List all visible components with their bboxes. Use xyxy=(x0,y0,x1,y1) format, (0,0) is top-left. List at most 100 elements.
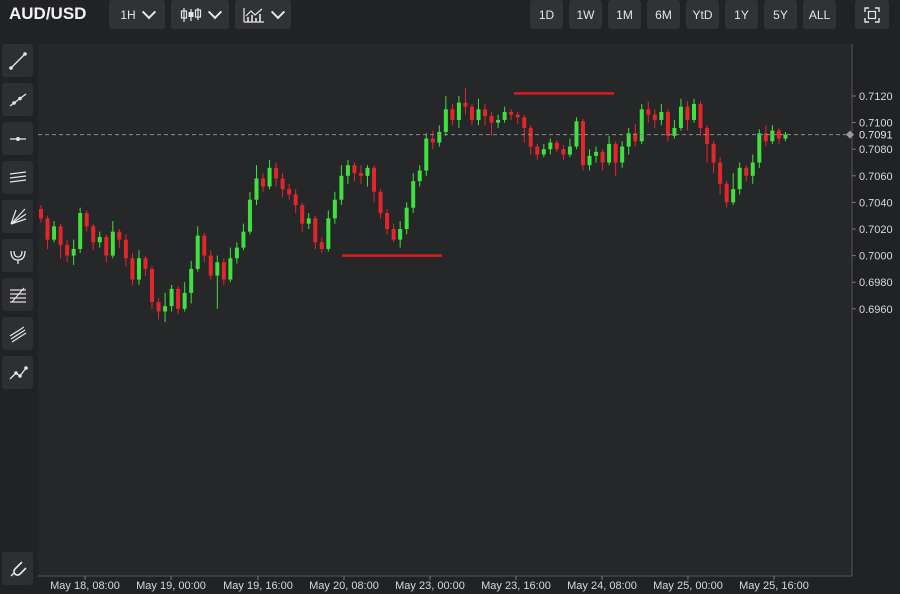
candle-body xyxy=(261,178,266,187)
candle-body xyxy=(678,106,683,128)
candle-body xyxy=(580,121,585,166)
candle-body xyxy=(613,143,618,163)
candle-body xyxy=(450,109,455,120)
candle-body xyxy=(515,114,520,118)
candle-body xyxy=(78,213,83,249)
y-axis-ticks: 0.6960 0.6980 0.7000 0.7020 0.7040 0.7060 0.70… xyxy=(852,91,893,316)
fan-tool[interactable] xyxy=(2,200,33,233)
candle-body xyxy=(254,178,259,200)
candle-body xyxy=(424,138,429,171)
candle-body xyxy=(411,181,416,208)
candle-body xyxy=(306,218,311,224)
candle-body xyxy=(469,106,474,120)
candle-body xyxy=(332,199,337,219)
candle-body xyxy=(391,229,396,240)
candle-body xyxy=(39,209,43,219)
candle-body xyxy=(195,235,200,269)
horizontal-line-tool[interactable] xyxy=(2,122,33,155)
candle-body xyxy=(163,306,168,312)
candle-body xyxy=(117,231,122,240)
candle-body xyxy=(372,167,377,192)
candle-body xyxy=(398,229,403,240)
candle-body xyxy=(404,207,409,229)
candle-body xyxy=(169,288,174,307)
fibonacci-tool[interactable] xyxy=(2,278,33,311)
path-tool[interactable] xyxy=(2,356,33,389)
candle-body xyxy=(267,167,272,187)
candle-body xyxy=(287,189,292,195)
parallel-channel-tool[interactable] xyxy=(2,161,33,194)
trend-line-tool[interactable] xyxy=(2,44,33,77)
candle-body xyxy=(652,114,657,120)
candle-body xyxy=(417,170,422,182)
candle-body xyxy=(463,102,468,107)
last-price-marker: 0.7091 xyxy=(846,130,893,142)
magnet-tool[interactable] xyxy=(2,552,33,585)
candle-body xyxy=(476,109,481,120)
candle-body xyxy=(300,205,305,224)
x-tick-label: May 19, 16:00 xyxy=(223,580,293,592)
candle-body xyxy=(541,149,546,155)
candle-body xyxy=(770,130,775,142)
ray-line-tool[interactable] xyxy=(2,83,33,116)
candle-body xyxy=(97,236,102,243)
candle-body xyxy=(110,231,115,256)
candle-body xyxy=(692,103,696,120)
x-tick-label: May 20, 08:00 xyxy=(309,580,379,592)
y-tick-label: 0.7100 xyxy=(859,118,893,130)
last-price-label: 0.7091 xyxy=(859,130,893,142)
candle-body xyxy=(711,143,716,163)
candle-body xyxy=(58,226,63,245)
candle xyxy=(574,117,579,150)
candle-body xyxy=(352,165,357,174)
x-tick-label: May 23, 16:00 xyxy=(481,580,551,592)
candle-body xyxy=(620,146,625,163)
x-tick-label: May 23, 00:00 xyxy=(395,580,465,592)
y-tick-label: 0.7020 xyxy=(859,224,893,236)
candle-body xyxy=(594,151,599,156)
candle-body xyxy=(665,111,670,136)
pitchfork-tool[interactable] xyxy=(2,239,33,272)
candle-body xyxy=(783,134,788,139)
y-tick-label: 0.6980 xyxy=(859,277,893,289)
candle-body xyxy=(189,268,194,293)
candle-body xyxy=(45,218,50,240)
candle-body xyxy=(574,121,579,147)
candle-body xyxy=(280,178,285,190)
candle-body xyxy=(234,247,239,259)
candle-body xyxy=(639,109,644,142)
candle-body xyxy=(130,258,135,280)
candle-body xyxy=(659,111,664,120)
candle-body xyxy=(339,175,344,200)
price-chart[interactable]: 0.6960 0.6980 0.7000 0.7020 0.7040 0.7060 0.70… xyxy=(0,0,900,594)
candle-body xyxy=(84,213,89,227)
parallel-channel-icon xyxy=(9,170,26,183)
candle-body xyxy=(626,133,631,147)
candle-body xyxy=(744,167,749,176)
candle-body xyxy=(698,103,703,128)
candle-body xyxy=(522,117,527,128)
x-tick-label: May 25, 00:00 xyxy=(653,580,723,592)
candle-body xyxy=(228,258,233,280)
y-tick-label: 0.7080 xyxy=(859,144,893,156)
candle-body xyxy=(358,173,363,176)
candle-body xyxy=(136,258,141,280)
x-tick-label: May 24, 08:00 xyxy=(567,580,637,592)
candle-body xyxy=(750,162,755,176)
regression-channel-tool[interactable] xyxy=(2,317,33,350)
candle-body xyxy=(489,115,494,123)
candle-body xyxy=(52,226,57,240)
trend-line-icon xyxy=(8,51,27,70)
candle xyxy=(639,103,644,144)
candle-body xyxy=(731,189,736,203)
fibonacci-icon xyxy=(9,287,26,303)
candle-body xyxy=(385,213,390,229)
y-tick-label: 0.7000 xyxy=(859,251,893,263)
x-axis-ticks: May 18, 08:00 May 19, 00:00 May 19, 16:00 M… xyxy=(50,576,809,592)
candle-body xyxy=(156,302,161,312)
candle-body xyxy=(378,191,383,214)
fan-icon xyxy=(9,208,26,225)
candle-body xyxy=(241,231,246,248)
y-tick-label: 0.7120 xyxy=(859,91,893,103)
candle-body xyxy=(724,183,729,203)
